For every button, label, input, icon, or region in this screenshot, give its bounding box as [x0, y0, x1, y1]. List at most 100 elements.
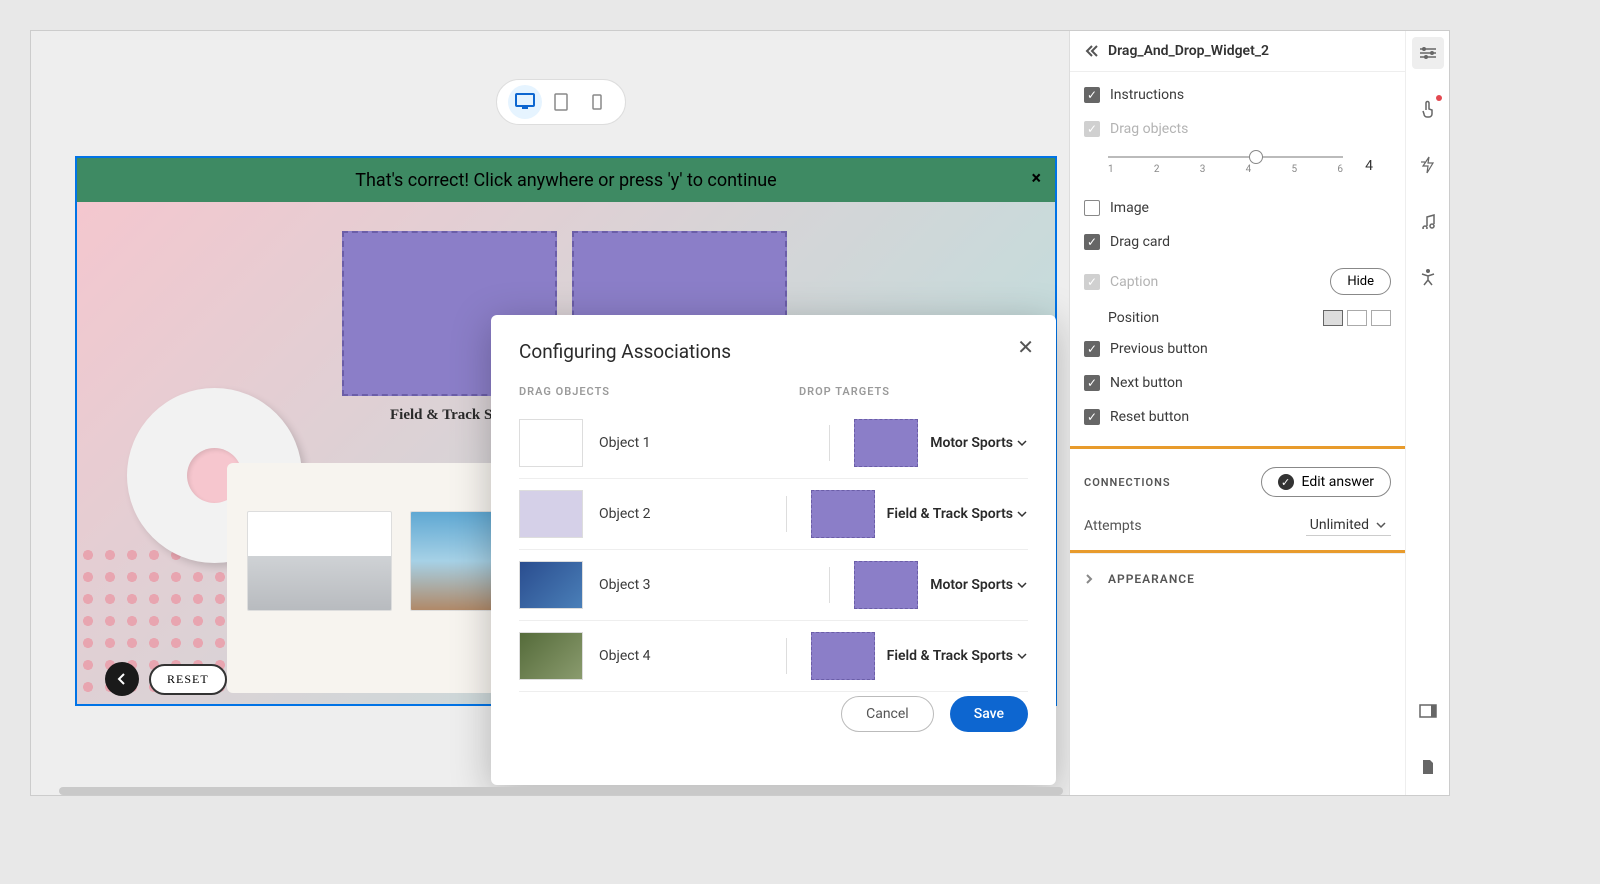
- rail-accessibility-button[interactable]: [1412, 261, 1444, 293]
- device-desktop-button[interactable]: [508, 85, 542, 119]
- image-row[interactable]: Image: [1084, 191, 1391, 225]
- device-tablet-button[interactable]: [544, 85, 578, 119]
- arrow-left-icon: [115, 672, 129, 686]
- horizontal-scrollbar[interactable]: [59, 787, 1063, 795]
- tablet-icon: [554, 93, 568, 111]
- rail-animation-button[interactable]: [1412, 149, 1444, 181]
- chevron-down-icon: [1016, 508, 1028, 520]
- checkbox-icon: [1084, 121, 1100, 137]
- rail-audio-button[interactable]: [1412, 205, 1444, 237]
- association-row: Object 1 Motor Sports: [519, 408, 1028, 479]
- desktop-icon: [515, 93, 535, 111]
- row-divider: [829, 425, 830, 461]
- accessibility-icon: [1420, 268, 1436, 286]
- object-label: Object 3: [599, 577, 805, 593]
- feedback-close-button[interactable]: ×: [1031, 168, 1041, 189]
- checkbox-icon: [1084, 375, 1100, 391]
- drag-objects-slider[interactable]: 123456 4: [1084, 146, 1391, 191]
- modal-column-headers: DRAG OBJECTS DROP TARGETS: [519, 385, 1028, 398]
- position-bottom-button[interactable]: [1371, 310, 1391, 326]
- notification-dot: [1436, 95, 1442, 101]
- header-drop-targets: DROP TARGETS: [799, 385, 1028, 398]
- rail-panel-button[interactable]: [1412, 695, 1444, 727]
- back-button[interactable]: [105, 662, 139, 696]
- caption-label: Caption: [1110, 274, 1158, 290]
- mobile-icon: [592, 94, 602, 110]
- attempts-row: Attempts Unlimited: [1084, 515, 1391, 536]
- modal-close-button[interactable]: ✕: [1017, 335, 1034, 359]
- reset-button-row[interactable]: Reset button: [1084, 400, 1391, 434]
- target-dropdown-4[interactable]: Field & Track Sports: [887, 648, 1028, 664]
- drag-card-label: Drag card: [1110, 234, 1170, 250]
- edit-answer-button[interactable]: Edit answer: [1261, 467, 1391, 497]
- sidebar-bottom-rail: [1405, 687, 1449, 796]
- association-row: Object 2 Field & Track Sports: [519, 479, 1028, 550]
- attempts-dropdown[interactable]: Unlimited: [1306, 515, 1391, 536]
- reset-button[interactable]: RESET: [149, 664, 227, 695]
- hide-button[interactable]: Hide: [1330, 268, 1391, 295]
- hand-tap-icon: [1420, 100, 1436, 118]
- modal-footer: Cancel Save: [519, 696, 1028, 732]
- position-row: Position: [1084, 304, 1391, 332]
- row-divider: [786, 496, 787, 532]
- sidebar-body: Instructions Drag objects 123456 4 Image…: [1070, 72, 1405, 434]
- rail-document-button[interactable]: [1412, 751, 1444, 783]
- document-icon: [1421, 759, 1435, 775]
- row-divider: [829, 567, 830, 603]
- position-label: Position: [1108, 310, 1159, 326]
- object-label: Object 1: [599, 435, 805, 451]
- sidebar-title: Drag_And_Drop_Widget_2: [1108, 43, 1269, 59]
- slider-track[interactable]: 123456: [1108, 156, 1343, 175]
- checkbox-icon: [1084, 274, 1100, 290]
- music-note-icon: [1420, 213, 1436, 229]
- chevron-down-icon: [1375, 519, 1387, 531]
- associations-modal: ✕ Configuring Associations DRAG OBJECTS …: [491, 315, 1056, 785]
- instructions-row[interactable]: Instructions: [1084, 78, 1391, 112]
- canvas-controls: RESET: [105, 662, 227, 696]
- slider-value: 4: [1359, 158, 1379, 174]
- check-circle-icon: [1278, 474, 1294, 490]
- chevron-down-icon: [1016, 437, 1028, 449]
- cancel-button[interactable]: Cancel: [841, 696, 934, 732]
- object-thumbnail-1: [519, 419, 583, 467]
- next-button-row[interactable]: Next button: [1084, 366, 1391, 400]
- drag-card-row[interactable]: Drag card: [1084, 225, 1391, 259]
- target-dropdown-3[interactable]: Motor Sports: [930, 577, 1028, 593]
- image-label: Image: [1110, 200, 1149, 216]
- sidebar-header: Drag_And_Drop_Widget_2: [1070, 31, 1405, 72]
- collapse-icon[interactable]: [1084, 44, 1100, 58]
- object-thumbnail-2: [519, 490, 583, 538]
- attempts-label: Attempts: [1084, 518, 1142, 534]
- device-mobile-button[interactable]: [580, 85, 614, 119]
- slider-thumb[interactable]: [1249, 150, 1263, 164]
- association-row: Object 3 Motor Sports: [519, 550, 1028, 621]
- chevron-down-icon: [1016, 579, 1028, 591]
- association-row: Object 4 Field & Track Sports: [519, 621, 1028, 692]
- rail-interactions-button[interactable]: [1412, 93, 1444, 125]
- checkbox-icon: [1084, 87, 1100, 103]
- target-swatch-2: [811, 490, 875, 538]
- target-swatch-4: [811, 632, 875, 680]
- checkbox-icon: [1084, 200, 1100, 216]
- object-thumbnail-3: [519, 561, 583, 609]
- save-button[interactable]: Save: [950, 696, 1028, 732]
- position-top-button[interactable]: [1323, 310, 1343, 326]
- connections-title: CONNECTIONS: [1084, 476, 1171, 489]
- target-swatch-3: [854, 561, 918, 609]
- chevron-down-icon: [1016, 650, 1028, 662]
- target-dropdown-2[interactable]: Field & Track Sports: [887, 506, 1028, 522]
- header-drag-objects: DRAG OBJECTS: [519, 385, 799, 398]
- checkbox-icon: [1084, 341, 1100, 357]
- app-frame: That's correct! Click anywhere or press …: [30, 30, 1450, 796]
- next-button-label: Next button: [1110, 375, 1183, 391]
- drag-item-1[interactable]: [247, 511, 392, 611]
- checkbox-icon: [1084, 234, 1100, 250]
- modal-title: Configuring Associations: [519, 340, 1028, 363]
- position-middle-button[interactable]: [1347, 310, 1367, 326]
- appearance-section[interactable]: APPEARANCE: [1070, 553, 1405, 604]
- previous-button-row[interactable]: Previous button: [1084, 332, 1391, 366]
- target-dropdown-1[interactable]: Motor Sports: [930, 435, 1028, 451]
- properties-sidebar: Drag_And_Drop_Widget_2 Instructions Drag…: [1069, 31, 1449, 796]
- rail-settings-button[interactable]: [1412, 37, 1444, 69]
- object-label: Object 2: [599, 506, 762, 522]
